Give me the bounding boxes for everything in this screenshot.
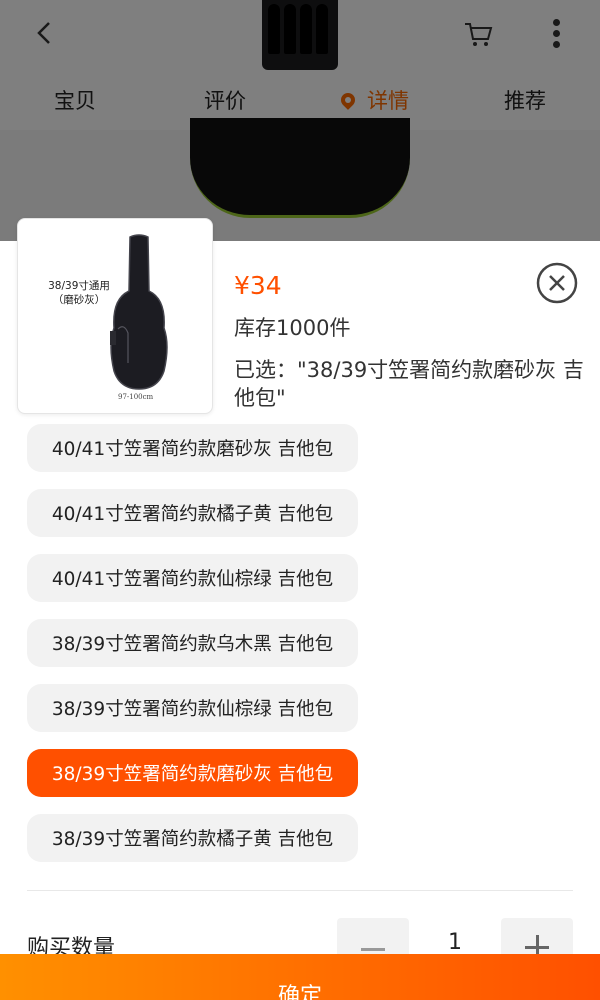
sku-option[interactable]: 38/39寸笠署简约款乌木黑 吉他包 — [27, 619, 358, 667]
confirm-button[interactable]: 确定 — [0, 954, 600, 1000]
product-size-text: 97-100cm — [118, 393, 154, 401]
product-image[interactable]: 38/39寸通用 （磨砂灰） 97-100cm — [17, 218, 213, 414]
quantity-value[interactable]: 1 — [420, 930, 490, 955]
sku-option-selected[interactable]: 38/39寸笠署简约款磨砂灰 吉他包 — [27, 749, 358, 797]
sku-option[interactable]: 38/39寸笠署简约款橘子黄 吉他包 — [27, 814, 358, 862]
overlay-mask[interactable] — [0, 0, 600, 241]
divider — [27, 890, 573, 891]
sku-option[interactable]: 40/41寸笠署简约款仙棕绿 吉他包 — [27, 554, 358, 602]
background-product-page: 宝贝 评价 详情 推荐 — [0, 0, 600, 241]
sku-option[interactable]: 38/39寸笠署简约款仙棕绿 吉他包 — [27, 684, 358, 732]
selected-text: 已选："38/39寸笠署简约款磨砂灰 吉他包" — [234, 358, 584, 410]
price: ¥34 — [234, 271, 282, 300]
sku-option[interactable]: 40/41寸笠署简约款橘子黄 吉他包 — [27, 489, 358, 537]
close-icon[interactable] — [536, 262, 578, 304]
guitar-bag-image — [110, 234, 168, 390]
sku-option[interactable]: 40/41寸笠署简约款磨砂灰 吉他包 — [27, 424, 358, 472]
stock-text: 库存1000件 — [234, 316, 351, 340]
